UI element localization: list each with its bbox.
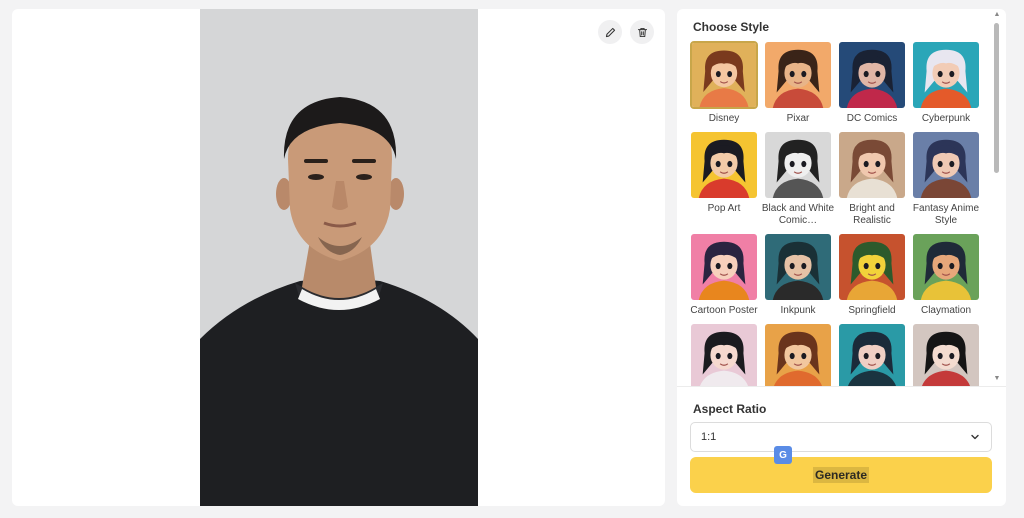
scroll-down-arrow-icon[interactable]: ▼	[993, 375, 1001, 383]
aspect-ratio-heading: Aspect Ratio	[693, 402, 767, 416]
style-scrollbar[interactable]: ▲ ▼	[993, 11, 1001, 385]
style-option[interactable]: Bright and Realistic	[837, 131, 907, 227]
style-label: Black and White Comic…	[761, 203, 835, 226]
delete-button[interactable]	[630, 20, 654, 44]
style-thumbnail	[912, 41, 980, 109]
style-label: Disney	[708, 113, 740, 124]
style-option[interactable]: Pixar	[763, 41, 833, 125]
style-option[interactable]: Fantasy Anime Style	[911, 131, 981, 227]
aspect-ratio-value: 1:1	[701, 431, 717, 443]
style-label: Pop Art	[707, 203, 741, 214]
style-option[interactable]	[763, 323, 833, 386]
image-preview-panel	[12, 9, 665, 506]
style-thumbnail	[912, 131, 980, 199]
scroll-up-arrow-icon[interactable]: ▲	[993, 11, 1001, 19]
uploaded-portrait-photo	[200, 9, 478, 506]
style-thumbnail	[764, 131, 832, 199]
style-label: Claymation	[920, 305, 972, 316]
choose-style-heading: Choose Style	[693, 20, 770, 34]
style-thumbnail	[912, 233, 980, 301]
style-label: Cartoon Poster	[690, 305, 758, 316]
edit-button[interactable]	[598, 20, 622, 44]
style-label: Cyberpunk	[921, 113, 971, 124]
aspect-ratio-select[interactable]: 1:1	[690, 422, 992, 452]
style-option[interactable]: Cyberpunk	[911, 41, 981, 125]
style-option[interactable]	[911, 323, 981, 386]
scrollbar-thumb[interactable]	[994, 23, 999, 173]
style-thumbnail	[764, 233, 832, 301]
style-option[interactable]: Inkpunk	[763, 233, 833, 317]
generate-button-label: Generate	[812, 467, 870, 483]
pencil-icon	[605, 27, 615, 37]
style-label: Bright and Realistic	[849, 203, 895, 226]
generate-button[interactable]: Generate	[690, 457, 992, 493]
style-option[interactable]	[689, 323, 759, 386]
style-thumbnail	[912, 323, 980, 386]
style-option[interactable]: DC Comics	[837, 41, 907, 125]
settings-panel: Choose Style Disney Pixar DC Comics Cyberpu…	[677, 9, 1006, 506]
style-thumbnail	[838, 233, 906, 301]
style-option[interactable]: Claymation	[911, 233, 981, 317]
trash-icon	[637, 27, 647, 37]
style-label: Inkpunk	[780, 305, 816, 316]
style-thumbnail	[690, 233, 758, 301]
style-label: Springfield	[848, 305, 896, 316]
style-option[interactable]: Disney	[689, 41, 759, 125]
style-thumbnail	[690, 41, 758, 109]
style-thumbnail	[690, 131, 758, 199]
style-thumbnail	[838, 41, 906, 109]
style-label: Pixar	[786, 113, 810, 124]
chevron-down-icon	[971, 434, 979, 440]
style-label: DC Comics	[846, 113, 898, 124]
style-option[interactable]: Springfield	[837, 233, 907, 317]
translate-icon[interactable]: G	[774, 446, 792, 464]
style-option[interactable]: Cartoon Poster	[689, 233, 759, 317]
style-option[interactable]: Pop Art	[689, 131, 759, 215]
style-thumbnail	[764, 323, 832, 386]
style-thumbnail	[838, 323, 906, 386]
style-option[interactable]: Black and White Comic…	[761, 131, 835, 227]
style-option[interactable]	[837, 323, 907, 386]
style-thumbnail	[838, 131, 906, 199]
style-label: Fantasy Anime Style	[912, 203, 980, 226]
style-selector: Choose Style Disney Pixar DC Comics Cyberpu…	[677, 9, 1006, 387]
style-thumbnail	[690, 323, 758, 386]
style-thumbnail	[764, 41, 832, 109]
